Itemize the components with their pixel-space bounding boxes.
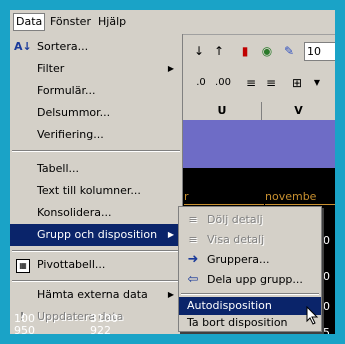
menu-bar: Data Fönster Hjälp <box>10 10 335 35</box>
data-menu: A↓ Sortera... Filter ▶ Formulär... Delsu… <box>10 34 183 334</box>
excel-window: Data Fönster Hjälp ↓ ↑ ▮ ◉ ✎ 10 .0 .00 ≡… <box>10 10 335 334</box>
header-band <box>168 120 335 168</box>
menu-item-label: Tabell... <box>37 162 79 175</box>
menu-item-pivottabell[interactable]: ▦ Pivottabell... <box>10 254 182 276</box>
arrow-left-icon: ⇦ <box>187 272 199 287</box>
menu-item-delsummor[interactable]: Delsummor... <box>10 102 182 124</box>
submenu-separator <box>181 293 319 295</box>
map-icon[interactable]: ◉ <box>258 42 276 60</box>
arrow-right-icon: ➜ <box>187 252 199 267</box>
menu-item-label: Sortera... <box>37 40 89 53</box>
submenu-item-ta-bort-disposition[interactable]: Ta bort disposition <box>179 315 321 331</box>
submenu-item-label: Autodisposition <box>187 299 272 312</box>
menu-item-label: Text till kolumner... <box>37 184 141 197</box>
menu-item-grupp-och-disposition[interactable]: Grupp och disposition ▶ <box>10 224 182 246</box>
submenu-item-label: Gruppera... <box>207 253 270 266</box>
submenu-item-dolj-detalj: ≡ Dölj detalj <box>179 209 321 231</box>
cell-value: 950 <box>14 324 35 334</box>
menu-item-label: Verifiering... <box>37 128 104 141</box>
show-detail-icon: ≡ <box>188 233 198 246</box>
menu-item-label: Pivottabell... <box>37 258 106 271</box>
sort-icon: A↓ <box>14 40 32 53</box>
column-header-u[interactable]: U <box>183 102 262 121</box>
submenu-item-label: Ta bort disposition <box>187 316 288 329</box>
borders-dropdown-icon[interactable]: ▼ <box>308 74 326 92</box>
cell-value: 0 <box>323 234 330 247</box>
sort-descending-icon[interactable]: ↑ <box>210 42 228 60</box>
increase-decimal-icon[interactable]: .0 <box>192 74 210 92</box>
submenu-item-dela-upp-grupp[interactable]: ⇦ Dela upp grupp... <box>179 269 321 291</box>
menu-item-label: Konsolidera... <box>37 206 112 219</box>
menu-item-label: Grupp och disposition <box>37 228 158 241</box>
menu-separator <box>12 150 180 152</box>
menu-item-tabell[interactable]: Tabell... <box>10 158 182 180</box>
menu-item-label: Filter <box>37 62 65 75</box>
menu-item-label: Formulär... <box>37 84 96 97</box>
cell-value: 0 <box>323 270 330 283</box>
menu-separator <box>12 280 180 282</box>
submenu-arrow-icon: ▶ <box>167 290 174 299</box>
submenu-arrow-icon: ▶ <box>167 230 174 239</box>
cell-value: 5 <box>323 326 330 334</box>
standard-toolbar: ↓ ↑ ▮ ◉ ✎ 10 <box>182 36 335 66</box>
menu-item-konsolidera[interactable]: Konsolidera... <box>10 202 182 224</box>
submenu-item-label: Visa detalj <box>207 233 265 246</box>
menu-item-label: Delsummor... <box>37 106 111 119</box>
menu-item-hamta-externa-data[interactable]: Hämta externa data ▶ <box>10 284 182 306</box>
cell-value: 922 <box>90 324 111 334</box>
submenu-arrow-icon: ▶ <box>167 64 174 73</box>
chart-wizard-icon[interactable]: ▮ <box>236 42 254 60</box>
menu-item-filter[interactable]: Filter ▶ <box>10 58 182 80</box>
formatting-toolbar: .0 .00 ≡ ≡ ⊞ ▼ <box>182 68 335 98</box>
menu-item-sortera[interactable]: A↓ Sortera... <box>10 36 182 58</box>
menu-item-label: Hämta externa data <box>37 288 148 301</box>
drawing-icon[interactable]: ✎ <box>280 42 298 60</box>
cell-value: 0 <box>323 300 330 313</box>
pivot-icon: ▦ <box>16 259 30 273</box>
increase-indent-icon[interactable]: ≡ <box>262 74 280 92</box>
menu-item-text-till-kolumner[interactable]: Text till kolumner... <box>10 180 182 202</box>
hide-detail-icon: ≡ <box>188 213 198 226</box>
cell-november[interactable]: novembe <box>265 190 335 205</box>
submenu-item-visa-detalj: ≡ Visa detalj <box>179 229 321 251</box>
menu-separator <box>12 250 180 252</box>
submenu-item-gruppera[interactable]: ➜ Gruppera... <box>179 249 321 271</box>
submenu-item-label: Dela upp grupp... <box>207 273 303 286</box>
borders-icon[interactable]: ⊞ <box>288 74 306 92</box>
submenu-item-label: Dölj detalj <box>207 213 263 226</box>
grupp-och-disposition-submenu: ≡ Dölj detalj ≡ Visa detalj ➜ Gruppera..… <box>178 206 322 332</box>
column-header-v[interactable]: V <box>262 102 335 121</box>
decrease-decimal-icon[interactable]: .00 <box>214 74 232 92</box>
mouse-pointer-icon <box>306 306 319 325</box>
decrease-indent-icon[interactable]: ≡ <box>242 74 260 92</box>
menu-item-formular[interactable]: Formulär... <box>10 80 182 102</box>
menu-data[interactable]: Data <box>13 13 46 31</box>
submenu-item-autodisposition[interactable]: Autodisposition <box>179 297 321 315</box>
menu-item-verifiering[interactable]: Verifiering... <box>10 124 182 146</box>
sort-ascending-icon[interactable]: ↓ <box>190 42 208 60</box>
cell[interactable]: r <box>184 190 264 205</box>
zoom-box[interactable]: 10 <box>304 42 335 61</box>
menu-hjalp[interactable]: Hjälp <box>98 15 126 29</box>
menu-fonster[interactable]: Fönster <box>50 15 91 29</box>
